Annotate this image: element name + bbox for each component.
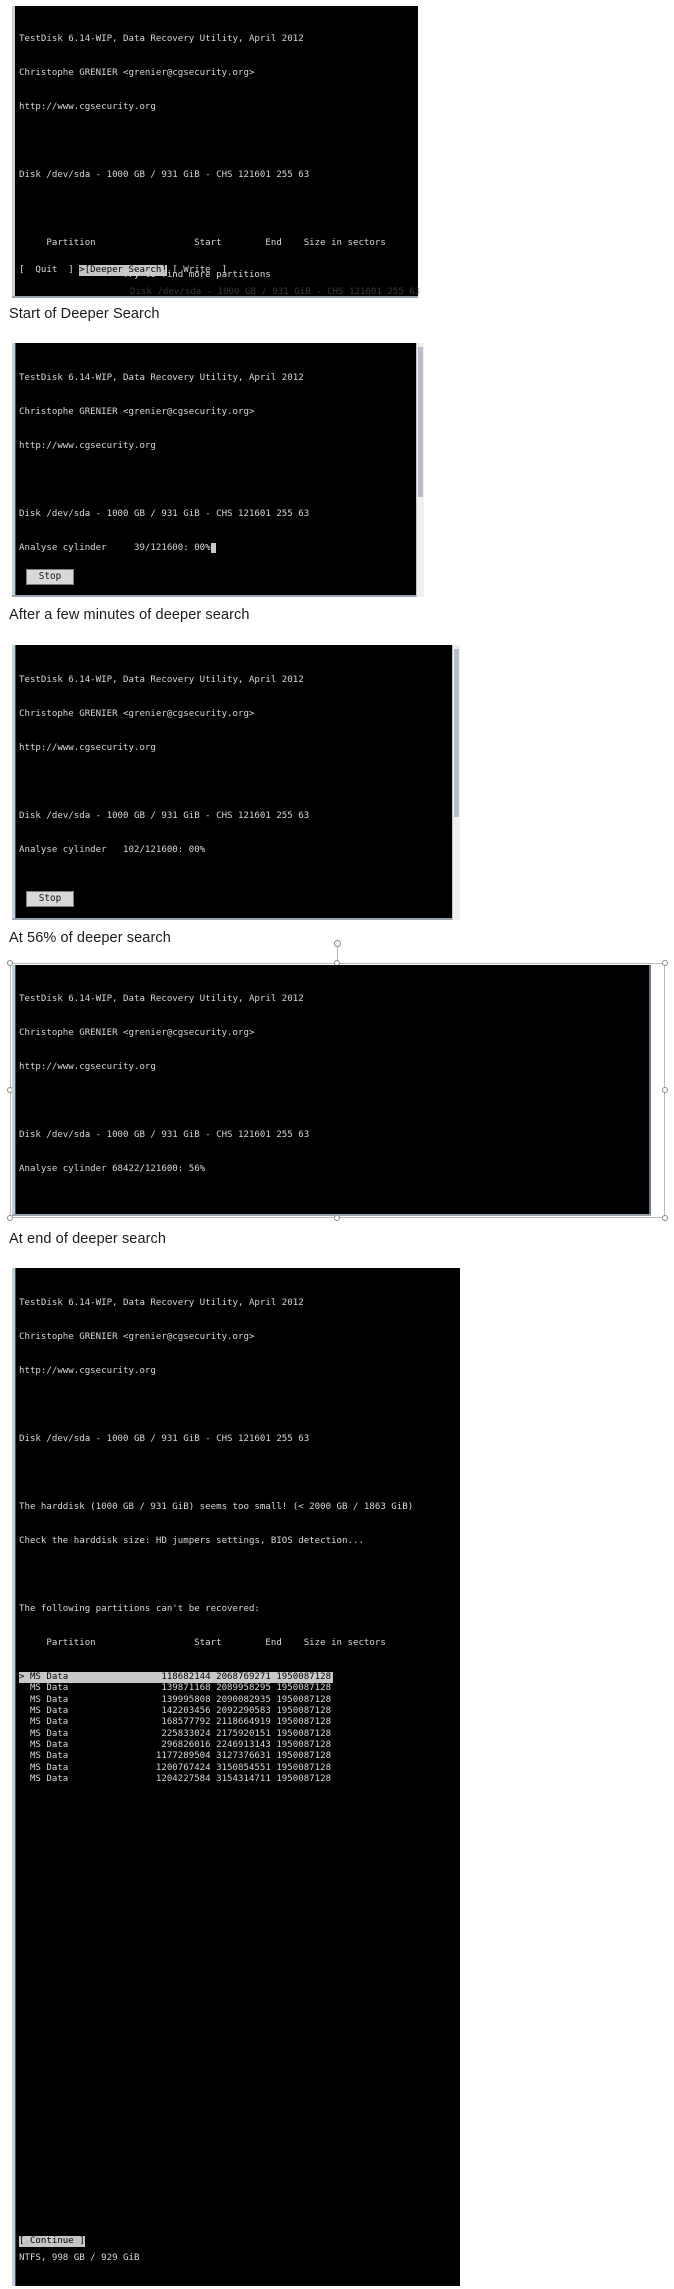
- terminal-window-5[interactable]: TestDisk 6.14-WIP, Data Recovery Utility…: [12, 1268, 460, 2286]
- rotate-handle[interactable]: [334, 940, 341, 947]
- analyse-progress-line: Analyse cylinder 39/121600: 00%: [19, 542, 424, 554]
- continue-button-wrap: [ Continue ]: [19, 2230, 85, 2248]
- author-line: Christophe GRENIER <grenier@cgsecurity.o…: [19, 67, 255, 78]
- deeper-search-hint: Try to find more partitions: [19, 270, 271, 280]
- testdisk-version-line: TestDisk 6.14-WIP, Data Recovery Utility…: [19, 372, 304, 383]
- scrollbar-thumb[interactable]: [418, 347, 423, 497]
- cant-recover-title: The following partitions can't be recove…: [19, 1603, 260, 1614]
- unrecoverable-partition-list: > MS Data 118682144 2068769271 195008712…: [19, 1672, 460, 1785]
- disk-info-line: Disk /dev/sda - 1000 GB / 931 GiB - CHS …: [19, 508, 310, 519]
- table-row[interactable]: MS Data 225833024 2175920151 1950087128: [19, 1729, 460, 1740]
- continue-button[interactable]: [ Continue ]: [19, 2236, 85, 2248]
- harddisk-too-small-warning: The harddisk (1000 GB / 931 GiB) seems t…: [19, 1501, 414, 1512]
- table-row[interactable]: MS Data 1200767424 3150854551 1950087128: [19, 1763, 460, 1774]
- website-line: http://www.cgsecurity.org: [19, 1365, 156, 1376]
- scrollbar-thumb[interactable]: [454, 649, 459, 817]
- terminal-window-3[interactable]: TestDisk 6.14-WIP, Data Recovery Utility…: [12, 645, 460, 920]
- disk-info-line: Disk /dev/sda - 1000 GB / 931 GiB - CHS …: [19, 1433, 310, 1444]
- table-row[interactable]: MS Data 1177289504 3127376631 1950087128: [19, 1751, 460, 1762]
- terminal-5-content: TestDisk 6.14-WIP, Data Recovery Utility…: [12, 1268, 460, 2286]
- terminal-window-2[interactable]: TestDisk 6.14-WIP, Data Recovery Utility…: [12, 343, 424, 597]
- website-line: http://www.cgsecurity.org: [19, 101, 156, 112]
- analyse-progress-text: Analyse cylinder 39/121600: 00%: [19, 542, 211, 553]
- author-line: Christophe GRENIER <grenier@cgsecurity.o…: [19, 1027, 255, 1038]
- table-row[interactable]: MS Data 139871168 2089958295 1950087128: [19, 1683, 460, 1694]
- terminal-window-1[interactable]: TestDisk 6.14-WIP, Data Recovery Utility…: [12, 6, 418, 298]
- ghost-disk-line: Disk /dev/sda - 1000 GB / 931 GiB - CHS …: [130, 287, 421, 297]
- website-line: http://www.cgsecurity.org: [19, 440, 156, 451]
- caption-at-end: At end of deeper search: [9, 1231, 167, 1247]
- analyse-progress-line: Analyse cylinder 68422/121600: 56%: [19, 1163, 206, 1174]
- author-line: Christophe GRENIER <grenier@cgsecurity.o…: [19, 1331, 255, 1342]
- partition-table-header: Partition Start End Size in sectors: [19, 237, 386, 248]
- document-page: TestDisk 6.14-WIP, Data Recovery Utility…: [0, 0, 674, 2289]
- testdisk-version-line: TestDisk 6.14-WIP, Data Recovery Utility…: [19, 674, 304, 685]
- testdisk-version-line: TestDisk 6.14-WIP, Data Recovery Utility…: [19, 1297, 304, 1308]
- terminal-window-4[interactable]: TestDisk 6.14-WIP, Data Recovery Utility…: [12, 965, 651, 1216]
- disk-info-line: Disk /dev/sda - 1000 GB / 931 GiB - CHS …: [19, 1129, 310, 1140]
- resize-handle-bottom-right[interactable]: [662, 1215, 668, 1221]
- caption-after-a-few-minutes: After a few minutes of deeper search: [9, 607, 250, 623]
- website-line: http://www.cgsecurity.org: [19, 1061, 156, 1072]
- caption-at-56-percent: At 56% of deeper search: [9, 930, 171, 946]
- check-harddisk-size-line: Check the harddisk size: HD jumpers sett…: [19, 1535, 364, 1546]
- author-line: Christophe GRENIER <grenier@cgsecurity.o…: [19, 708, 255, 719]
- disk-info-line: Disk /dev/sda - 1000 GB / 931 GiB - CHS …: [19, 810, 310, 821]
- analyse-progress-line: Analyse cylinder 102/121600: 00%: [19, 844, 206, 855]
- table-row[interactable]: MS Data 139995808 2090082935 1950087128: [19, 1695, 460, 1706]
- disk-info-line: Disk /dev/sda - 1000 GB / 931 GiB - CHS …: [19, 169, 310, 180]
- table-row[interactable]: MS Data 168577792 2118664919 1950087128: [19, 1717, 460, 1728]
- terminal-1-content: TestDisk 6.14-WIP, Data Recovery Utility…: [12, 6, 418, 298]
- table-row[interactable]: MS Data 142203456 2092290583 1950087128: [19, 1706, 460, 1717]
- testdisk-version-line: TestDisk 6.14-WIP, Data Recovery Utility…: [19, 993, 304, 1004]
- partition-table-header: Partition Start End Size in sectors: [19, 1638, 386, 1648]
- website-line: http://www.cgsecurity.org: [19, 742, 156, 753]
- stop-button[interactable]: Stop: [26, 891, 74, 907]
- testdisk-version-line: TestDisk 6.14-WIP, Data Recovery Utility…: [19, 33, 304, 44]
- resize-handle-middle-right[interactable]: [662, 1087, 668, 1093]
- resize-handle-top-right[interactable]: [662, 960, 668, 966]
- author-line: Christophe GRENIER <grenier@cgsecurity.o…: [19, 406, 255, 417]
- table-row[interactable]: MS Data 296826016 2246913143 1950087128: [19, 1740, 460, 1751]
- filesystem-footer: NTFS, 998 GB / 929 GiB: [19, 2253, 140, 2263]
- caption-start-of-deeper-search: Start of Deeper Search: [9, 306, 160, 322]
- table-row[interactable]: MS Data 1204227584 3154314711 1950087128: [19, 1774, 460, 1785]
- terminal-2-scrollbar[interactable]: [416, 343, 424, 597]
- terminal-2-content: TestDisk 6.14-WIP, Data Recovery Utility…: [12, 343, 424, 597]
- terminal-3-scrollbar[interactable]: [452, 645, 460, 920]
- table-row[interactable]: > MS Data 118682144 2068769271 195008712…: [19, 1672, 334, 1684]
- terminal-4-content: TestDisk 6.14-WIP, Data Recovery Utility…: [12, 965, 651, 1216]
- stop-button[interactable]: Stop: [26, 569, 74, 585]
- cursor-block: [210, 542, 217, 553]
- terminal-3-content: TestDisk 6.14-WIP, Data Recovery Utility…: [12, 645, 460, 920]
